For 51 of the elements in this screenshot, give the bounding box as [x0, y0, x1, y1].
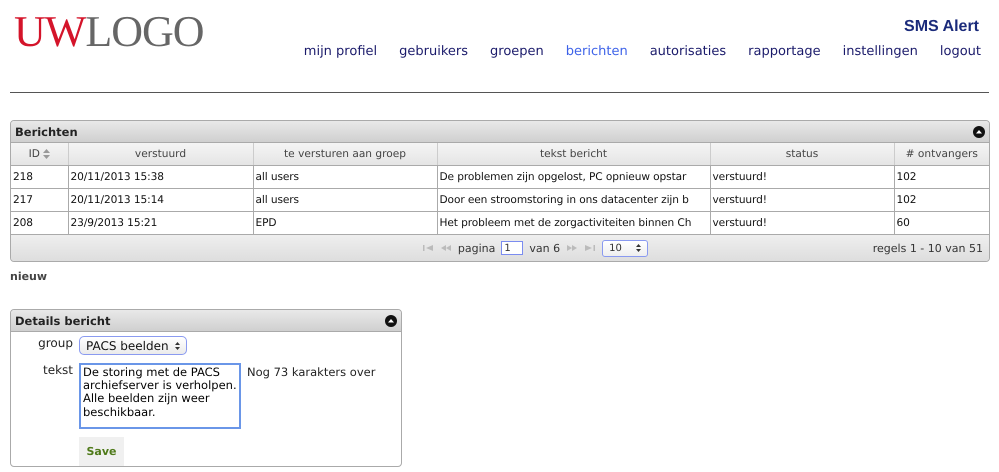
nav-link[interactable]: instellingen [842, 44, 918, 59]
column-header[interactable]: tekst bericht [437, 143, 710, 166]
save-button[interactable]: Save [79, 437, 124, 466]
nav-link[interactable]: gebruikers [399, 44, 468, 59]
table-cell: De problemen zijn opgelost, PC opnieuw opstar [437, 166, 710, 188]
page-label: pagina [458, 242, 496, 254]
sort-icon[interactable] [42, 149, 50, 160]
previous-page-icon[interactable] [440, 244, 452, 252]
table-cell: Door een stroomstoring in ons datacenter zijn b [437, 188, 710, 212]
app-title: SMS Alert [904, 18, 979, 36]
table-cell: 20/11/2013 15:38 [68, 166, 253, 188]
nav-link[interactable]: groepen [490, 44, 544, 59]
nav-link[interactable]: logout [940, 44, 981, 59]
table-cell: all users [253, 166, 437, 188]
column-header[interactable]: verstuurd [68, 143, 253, 166]
table-cell: 102 [894, 188, 989, 212]
first-page-icon[interactable] [422, 244, 434, 252]
table-cell: verstuurd! [710, 188, 894, 212]
table-cell: verstuurd! [710, 166, 894, 188]
new-link[interactable]: nieuw [10, 270, 999, 283]
logo: UWLOGO [14, 10, 204, 58]
select-arrows-icon [174, 342, 180, 350]
nav-link[interactable]: berichten [566, 44, 628, 59]
field-label: group [37, 336, 73, 352]
last-page-icon[interactable] [584, 244, 596, 252]
column-header[interactable]: status [710, 143, 894, 166]
message-text-area[interactable]: De storing met de PACS archiefserver is verholpen. Alle beelden zijn weer beschikbaar. [79, 363, 241, 429]
panel-title: Berichten [15, 124, 78, 138]
collapse-icon[interactable] [385, 314, 397, 326]
panel-title: Details bericht [15, 314, 110, 328]
nav-link[interactable]: autorisaties [650, 44, 726, 59]
column-header[interactable]: ID [11, 143, 68, 166]
page-count: van 6 [529, 242, 560, 254]
table-cell: 217 [11, 188, 68, 212]
characters-remaining: Nog 73 karakters over [247, 364, 376, 381]
column-header[interactable]: te versturen aan groep [253, 143, 437, 166]
table-cell: 102 [894, 166, 989, 188]
collapse-icon[interactable] [973, 126, 985, 138]
records-summary: regels 1 - 10 van 51 [872, 242, 983, 254]
table-cell: 218 [11, 166, 68, 188]
select-arrows-icon [636, 244, 641, 252]
table-cell: all users [253, 188, 437, 212]
next-page-icon[interactable] [566, 244, 578, 252]
field-label: tekst [42, 363, 73, 379]
nav-link[interactable]: mijn profiel [304, 44, 378, 59]
column-header[interactable]: # ontvangers [894, 143, 989, 166]
page-size-select[interactable]: 10 [602, 240, 648, 256]
nav-link[interactable]: rapportage [748, 44, 821, 59]
table-cell: 20/11/2013 15:14 [68, 188, 253, 212]
group-select[interactable]: PACS beelden [79, 336, 187, 355]
page-input[interactable]: 1 [501, 241, 524, 255]
